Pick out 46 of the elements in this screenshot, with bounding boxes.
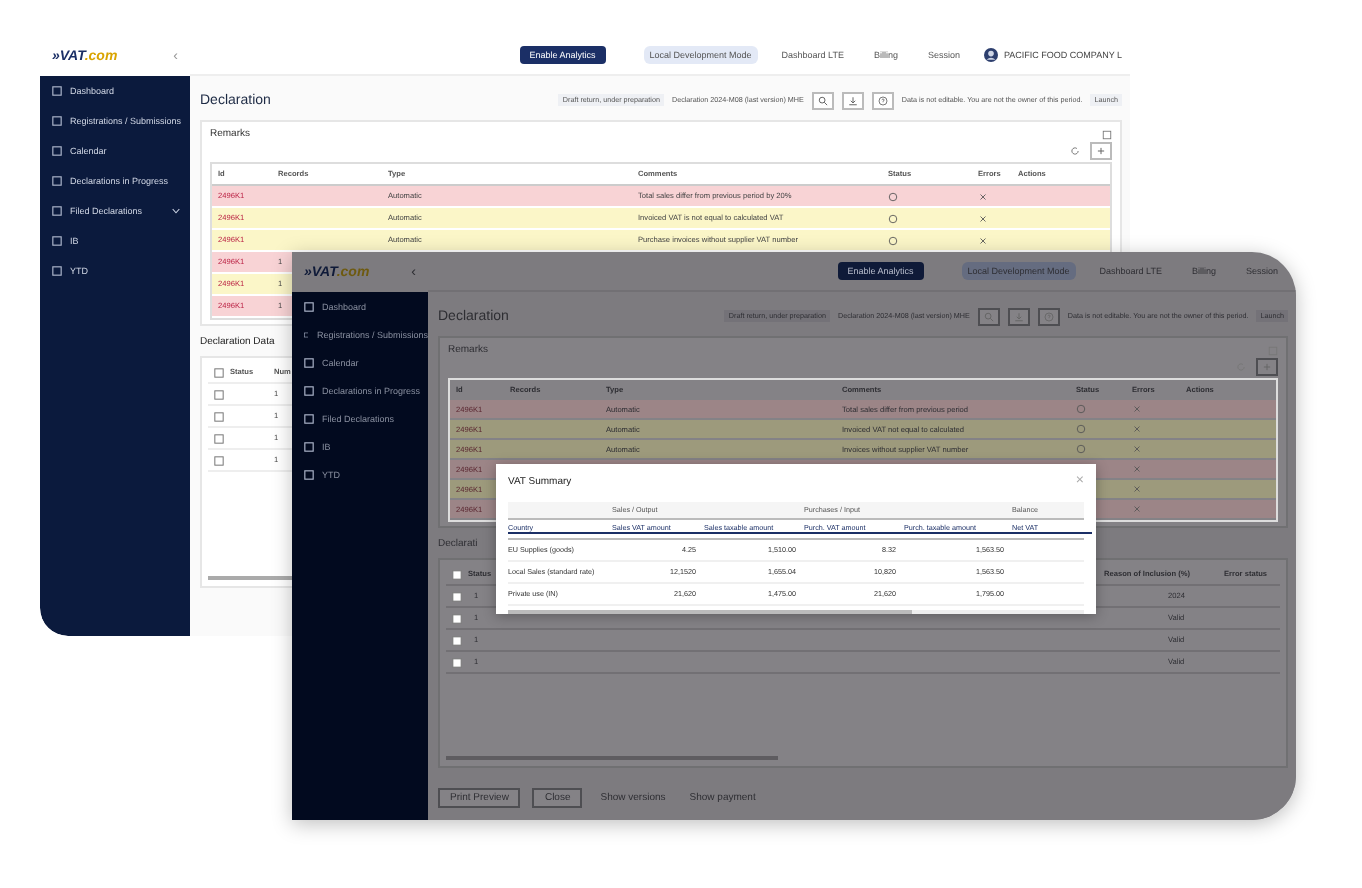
circle-icon (1076, 444, 1086, 454)
checkbox[interactable] (452, 591, 462, 601)
search-button[interactable] (977, 307, 1000, 325)
checkbox[interactable] (214, 433, 224, 443)
cross-icon (978, 213, 988, 223)
refresh-icon[interactable] (1070, 145, 1080, 155)
plus-icon (1262, 361, 1272, 371)
cross-icon (1132, 464, 1142, 474)
checkbox[interactable] (214, 455, 224, 465)
question-icon (877, 95, 888, 105)
download-icon (847, 95, 858, 105)
checkbox[interactable] (214, 367, 224, 377)
help-button[interactable] (1037, 307, 1060, 325)
question-icon (1043, 311, 1054, 321)
cross-icon (1132, 504, 1142, 514)
checkbox[interactable] (452, 657, 462, 667)
circle-icon (1076, 404, 1086, 414)
checkbox[interactable] (452, 569, 462, 579)
cross-icon (1132, 444, 1142, 454)
avatar-icon[interactable] (983, 48, 998, 62)
add-button[interactable] (1090, 141, 1112, 159)
search-icon (983, 311, 994, 321)
circle-icon (888, 213, 898, 223)
download-button[interactable] (1007, 307, 1030, 325)
cross-icon (1132, 424, 1142, 434)
caret-icon (172, 208, 180, 214)
circle-icon (888, 191, 898, 201)
cross-icon (978, 191, 988, 201)
checkbox[interactable] (214, 411, 224, 421)
checkbox[interactable] (452, 613, 462, 623)
cross-icon (978, 235, 988, 245)
help-button[interactable] (871, 91, 894, 109)
circle-icon (888, 235, 898, 245)
download-button[interactable] (841, 91, 864, 109)
search-button[interactable] (811, 91, 834, 109)
download-icon (1013, 311, 1024, 321)
checkbox[interactable] (452, 635, 462, 645)
scrollbar[interactable] (446, 756, 779, 760)
add-button[interactable] (1256, 357, 1278, 375)
checkbox[interactable] (214, 389, 224, 399)
expand-icon[interactable] (1102, 129, 1112, 139)
search-icon (817, 95, 828, 105)
circle-icon (1076, 424, 1086, 434)
cross-icon (1132, 404, 1142, 414)
cross-icon (1132, 484, 1142, 494)
plus-icon (1096, 145, 1106, 155)
